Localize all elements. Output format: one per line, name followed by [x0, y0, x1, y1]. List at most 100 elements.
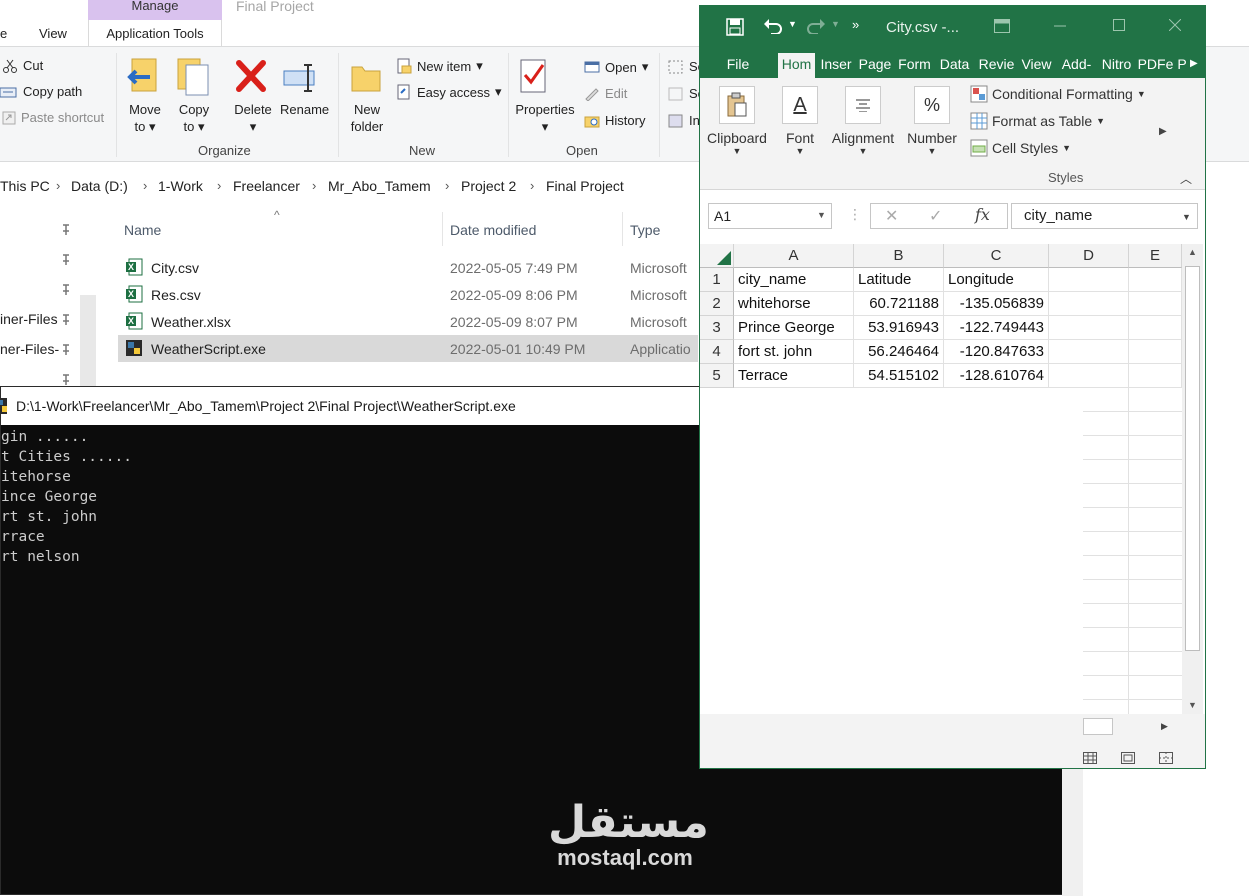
cell-c1[interactable]: Longitude — [944, 268, 1049, 292]
tab-insert[interactable]: Inser — [818, 53, 854, 78]
row-header[interactable]: 2 — [700, 292, 734, 316]
tab-pdfelement[interactable]: PDFe — [1137, 53, 1174, 78]
tab-page-layout[interactable]: Page — [857, 53, 893, 78]
scroll-thumb[interactable] — [1185, 266, 1200, 651]
file-row[interactable]: X City.csv 2022-05-05 7:49 PM Microsoft — [118, 254, 698, 281]
number-button[interactable]: % Number ▼ — [904, 86, 960, 156]
breadcrumb-this-pc[interactable]: This PC — [0, 178, 50, 194]
column-header-d[interactable]: D — [1049, 244, 1129, 268]
close-icon[interactable] — [1169, 19, 1181, 31]
ribbon-scroll-right-icon[interactable]: ▶ — [1159, 126, 1167, 137]
tab-file[interactable]: File — [718, 53, 758, 78]
maximize-icon[interactable] — [1113, 19, 1125, 31]
cell-c5[interactable]: -128.610764 — [944, 364, 1049, 388]
tab-nitro[interactable]: Nitro — [1098, 53, 1135, 78]
row-header[interactable]: 4 — [700, 340, 734, 364]
history-button[interactable]: History — [584, 113, 645, 128]
breadcrumb-drive[interactable]: Data (D:) — [71, 178, 128, 194]
cell-c3[interactable]: -122.749443 — [944, 316, 1049, 340]
cell-e2[interactable] — [1129, 292, 1182, 316]
scroll-down-icon[interactable]: ▼ — [1188, 700, 1197, 710]
chevron-right-icon[interactable]: › — [143, 178, 147, 193]
undo-icon[interactable] — [763, 18, 783, 34]
cell-c4[interactable]: -120.847633 — [944, 340, 1049, 364]
tab-overflow[interactable]: P — [1177, 53, 1187, 78]
cell-d2[interactable] — [1049, 292, 1129, 316]
breadcrumb-mr-abo-tamem[interactable]: Mr_Abo_Tamem — [328, 178, 431, 194]
tab-add-ins[interactable]: Add- — [1058, 53, 1095, 78]
chevron-right-icon[interactable]: › — [56, 178, 60, 193]
file-row[interactable]: X Res.csv 2022-05-09 8:06 PM Microsoft — [118, 281, 698, 308]
copy-path-button[interactable]: Copy path — [0, 84, 82, 99]
conditional-formatting-button[interactable]: Conditional Formatting ▼ — [970, 85, 1146, 103]
new-folder-button[interactable]: New folder — [346, 57, 388, 135]
tab-scroll-right-icon[interactable]: ▶ — [1190, 58, 1198, 69]
cell-d3[interactable] — [1049, 316, 1129, 340]
pin-icon[interactable] — [60, 283, 72, 295]
breadcrumb-project-2[interactable]: Project 2 — [461, 178, 516, 194]
invert-selection-button[interactable]: In — [668, 113, 700, 128]
redo-icon[interactable] — [806, 18, 826, 34]
collapse-ribbon-icon[interactable]: ︿ — [1180, 170, 1192, 187]
cell-a5[interactable]: Terrace — [734, 364, 854, 388]
column-header-c[interactable]: C — [944, 244, 1049, 268]
cell-b3[interactable]: 53.916943 — [854, 316, 944, 340]
rename-button[interactable]: Rename — [280, 57, 329, 118]
name-box[interactable]: A1 — [708, 203, 832, 229]
column-header-a[interactable]: A — [734, 244, 854, 268]
pin-icon[interactable] — [60, 313, 72, 325]
column-header-b[interactable]: B — [854, 244, 944, 268]
minimize-icon[interactable] — [1054, 25, 1066, 27]
save-icon[interactable] — [726, 18, 744, 36]
tab-formulas[interactable]: Form — [898, 53, 931, 78]
cell-b4[interactable]: 56.246464 — [854, 340, 944, 364]
scroll-right-icon[interactable]: ▶ — [1161, 721, 1168, 732]
row-header[interactable]: 3 — [700, 316, 734, 340]
cell-b2[interactable]: 60.721188 — [854, 292, 944, 316]
copy-to-button[interactable]: Copy to ▾ — [172, 57, 216, 135]
paste-shortcut-button[interactable]: Paste shortcut — [2, 110, 104, 125]
cell-c2[interactable]: -135.056839 — [944, 292, 1049, 316]
pin-icon[interactable] — [60, 253, 72, 265]
column-separator[interactable] — [442, 212, 443, 246]
tab-home[interactable]: Hom — [778, 53, 815, 78]
cell-a1[interactable]: city_name — [734, 268, 854, 292]
cell-d5[interactable] — [1049, 364, 1129, 388]
pin-icon[interactable] — [60, 223, 72, 235]
breadcrumb-1-work[interactable]: 1-Work — [158, 178, 203, 194]
column-header-e[interactable]: E — [1129, 244, 1182, 268]
formula-expand-icon[interactable]: ▼ — [1182, 212, 1191, 222]
pin-icon[interactable] — [60, 343, 72, 355]
cut-button[interactable]: Cut — [2, 58, 43, 73]
nav-item[interactable]: ner-Files- — [0, 341, 59, 357]
format-as-table-button[interactable]: Format as Table ▼ — [970, 112, 1105, 130]
name-box-dropdown-icon[interactable]: ▼ — [817, 210, 826, 220]
worksheet-grid[interactable]: A B C D E 1 city_name Latitude Longitude… — [700, 244, 1182, 714]
delete-button[interactable]: Delete ▾ — [231, 57, 275, 135]
cell-e3[interactable] — [1129, 316, 1182, 340]
easy-access-button[interactable]: Easy access ▾ — [396, 84, 502, 100]
cell-b1[interactable]: Latitude — [854, 268, 944, 292]
clipboard-button[interactable]: Clipboard ▼ — [704, 86, 770, 156]
tab-view[interactable]: View — [1018, 53, 1055, 78]
insert-function-icon[interactable]: fx — [975, 205, 990, 224]
page-break-preview-icon[interactable] — [1159, 752, 1173, 764]
edit-button[interactable]: Edit — [584, 86, 627, 101]
cell-d1[interactable] — [1049, 268, 1129, 292]
open-button[interactable]: Open ▾ — [584, 59, 648, 75]
properties-button[interactable]: Properties ▾ — [513, 57, 577, 135]
undo-dropdown-icon[interactable]: ▼ — [788, 19, 797, 29]
scroll-up-icon[interactable]: ▲ — [1188, 247, 1197, 257]
vertical-scrollbar[interactable]: ▲ ▼ — [1182, 244, 1203, 714]
ribbon-display-icon[interactable] — [994, 19, 1010, 33]
cell-a3[interactable]: Prince George — [734, 316, 854, 340]
row-header[interactable]: 1 — [700, 268, 734, 292]
cell-b5[interactable]: 54.515102 — [854, 364, 944, 388]
cell-a2[interactable]: whitehorse — [734, 292, 854, 316]
font-button[interactable]: A Font ▼ — [780, 86, 820, 156]
alignment-button[interactable]: Alignment ▼ — [828, 86, 898, 156]
normal-view-icon[interactable] — [1083, 752, 1097, 764]
column-header-name[interactable]: Name — [124, 222, 161, 238]
file-row-selected[interactable]: WeatherScript.exe 2022-05-01 10:49 PM Ap… — [118, 335, 698, 362]
tab-data[interactable]: Data — [938, 53, 971, 78]
